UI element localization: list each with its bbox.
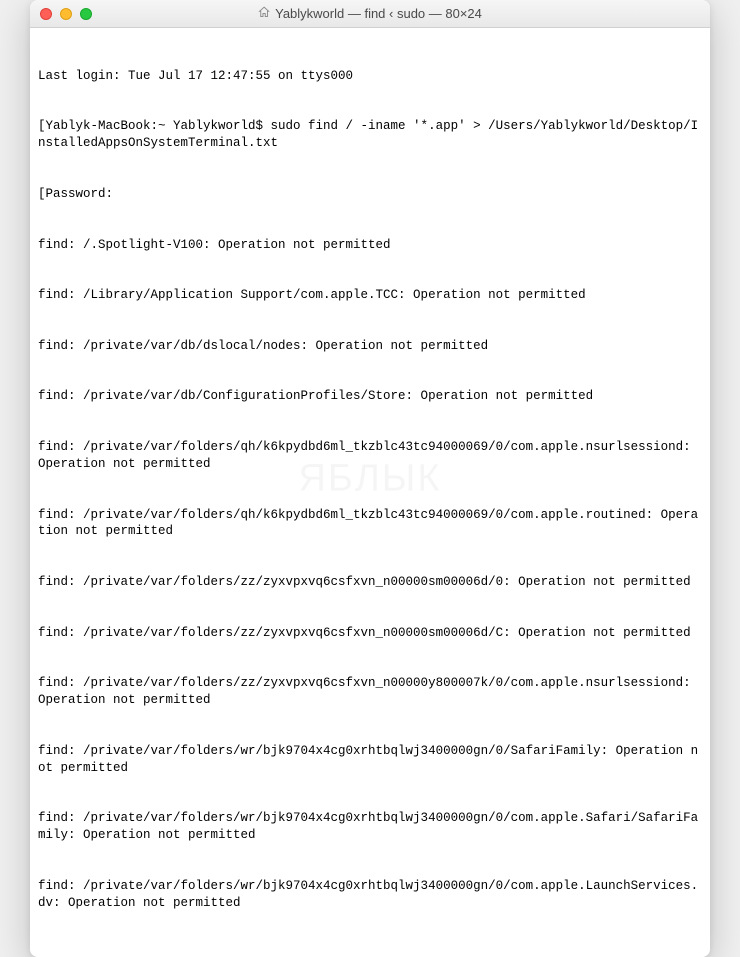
terminal-body[interactable]: Last login: Tue Jul 17 12:47:55 on ttys0… — [30, 28, 710, 957]
window-title: Yablykworld — find ‹ sudo — 80×24 — [275, 6, 482, 21]
maximize-button[interactable] — [80, 8, 92, 20]
terminal-line: find: /private/var/folders/qh/k6kpydbd6m… — [38, 439, 702, 473]
terminal-line: find: /private/var/folders/zz/zyxvpxvq6c… — [38, 574, 702, 591]
terminal-line: find: /private/var/folders/qh/k6kpydbd6m… — [38, 507, 702, 541]
terminal-line: find: /private/var/folders/zz/zyxvpxvq6c… — [38, 625, 702, 642]
terminal-line: find: /private/var/folders/wr/bjk9704x4c… — [38, 743, 702, 777]
terminal-line: [Password: — [38, 186, 702, 203]
minimize-button[interactable] — [60, 8, 72, 20]
window-title-area: Yablykworld — find ‹ sudo — 80×24 — [258, 6, 482, 21]
terminal-line: Last login: Tue Jul 17 12:47:55 on ttys0… — [38, 68, 702, 85]
terminal-line: find: /.Spotlight-V100: Operation not pe… — [38, 237, 702, 254]
terminal-line: find: /Library/Application Support/com.a… — [38, 287, 702, 304]
home-icon — [258, 6, 270, 21]
terminal-line: find: /private/var/db/ConfigurationProfi… — [38, 388, 702, 405]
titlebar[interactable]: Yablykworld — find ‹ sudo — 80×24 — [30, 0, 710, 28]
terminal-window: Yablykworld — find ‹ sudo — 80×24 Last l… — [30, 0, 710, 957]
terminal-line: find: /private/var/folders/wr/bjk9704x4c… — [38, 810, 702, 844]
terminal-line: find: /private/var/folders/zz/zyxvpxvq6c… — [38, 675, 702, 709]
traffic-lights — [40, 8, 92, 20]
terminal-line: find: /private/var/db/dslocal/nodes: Ope… — [38, 338, 702, 355]
terminal-line: [Yablyk-MacBook:~ Yablykworld$ sudo find… — [38, 118, 702, 152]
close-button[interactable] — [40, 8, 52, 20]
terminal-line: find: /private/var/folders/wr/bjk9704x4c… — [38, 878, 702, 912]
